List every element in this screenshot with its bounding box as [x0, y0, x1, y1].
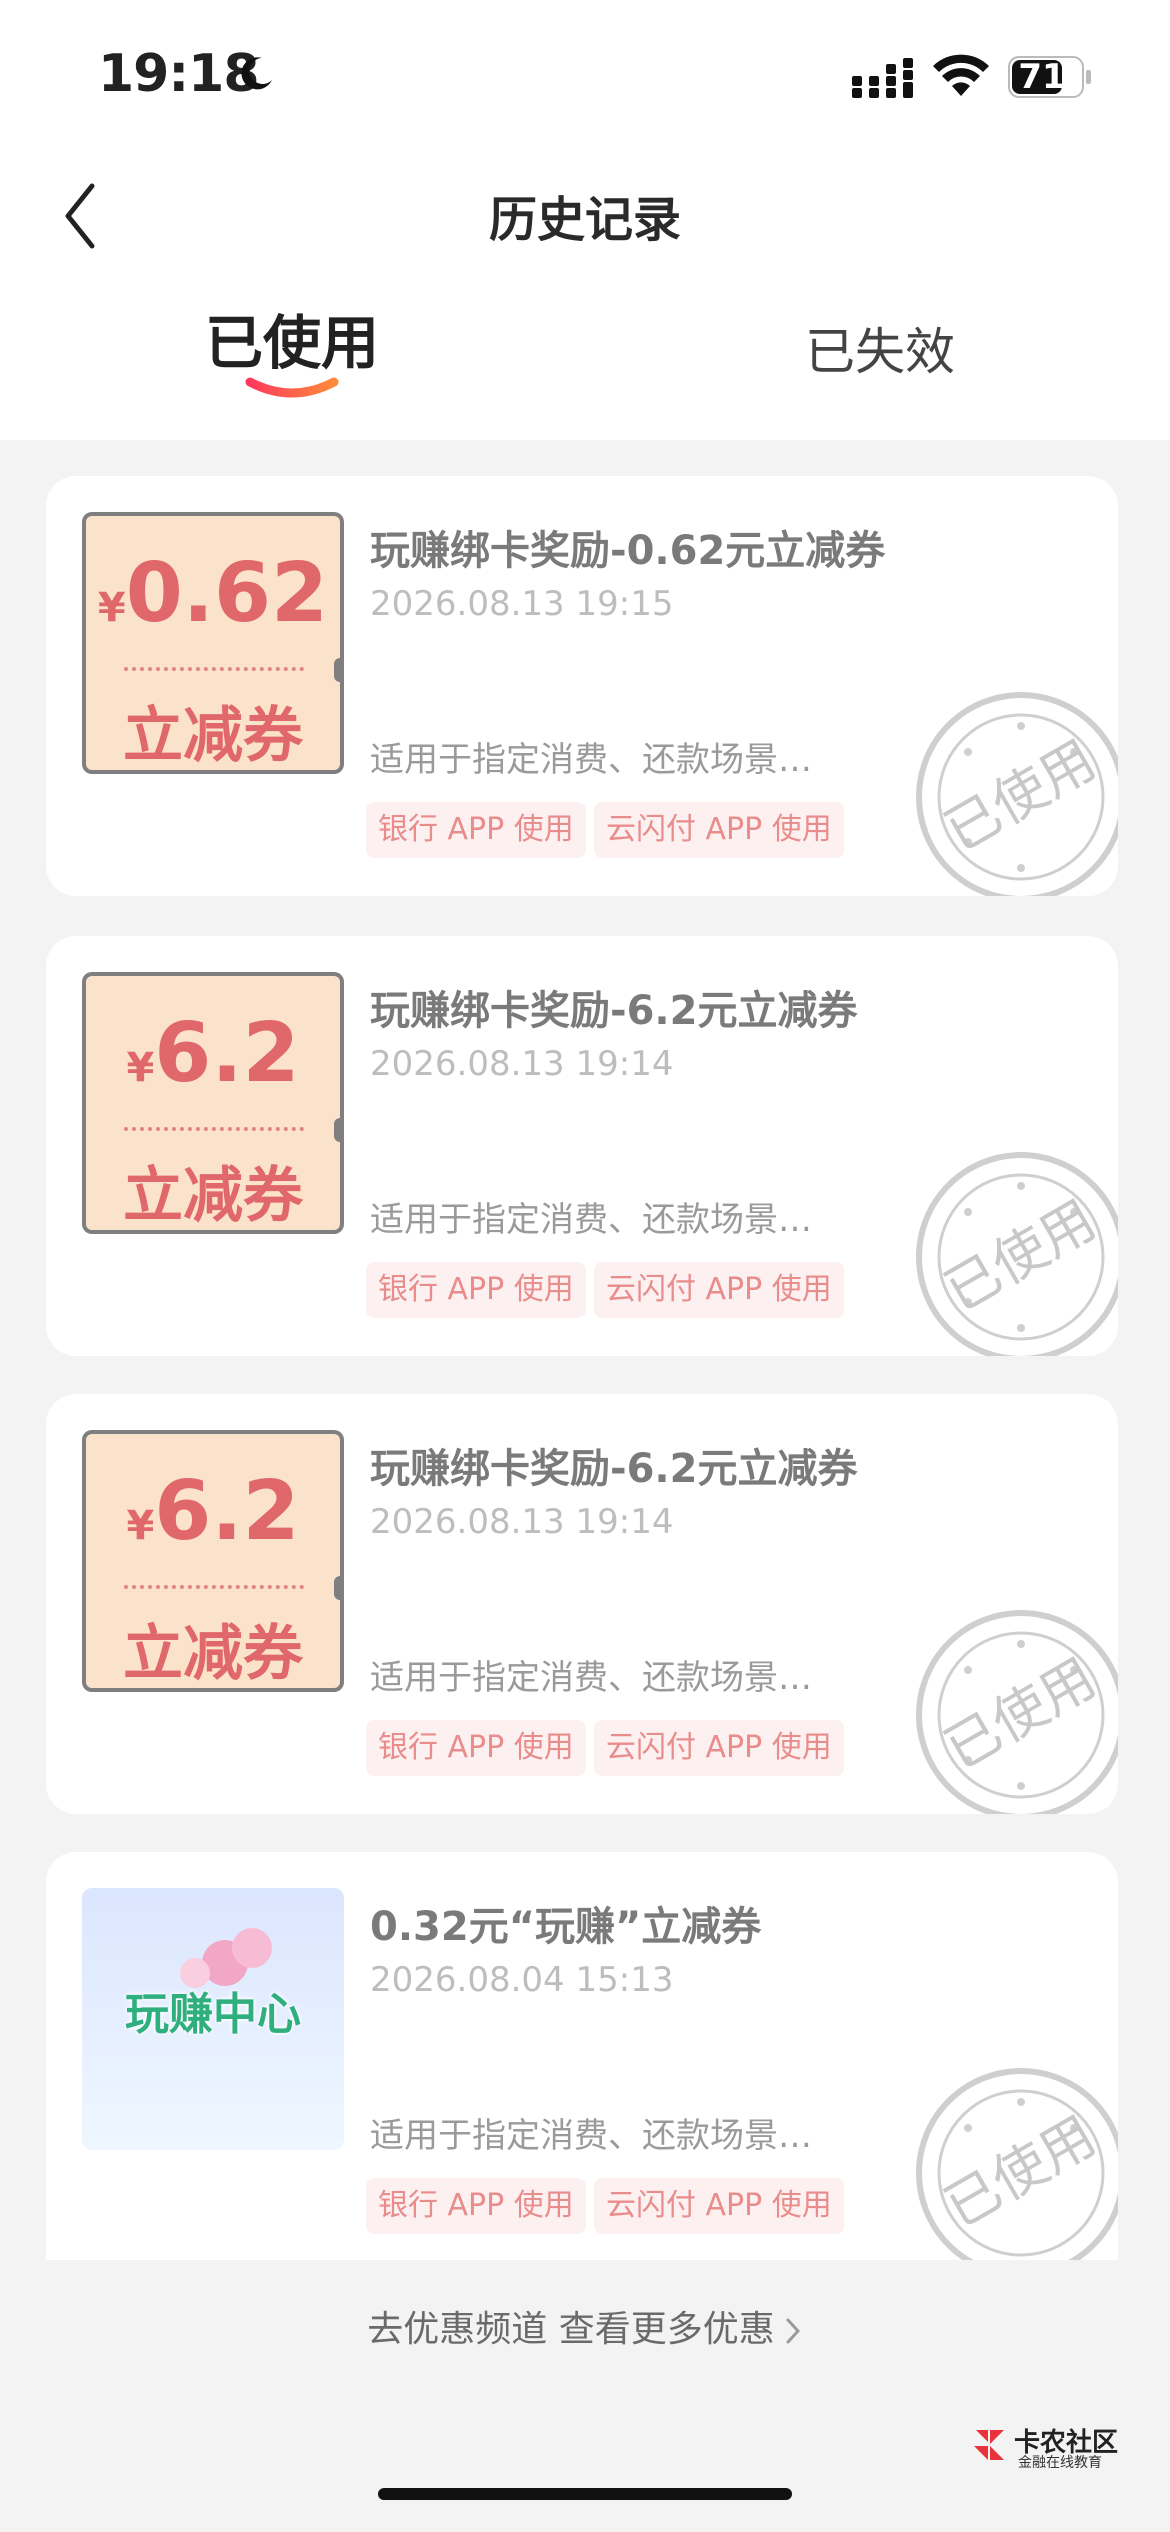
svg-text:已使用: 已使用	[934, 1188, 1106, 1324]
coupon-notch	[334, 658, 344, 682]
usage-tag-unionpay-app: 云闪付 APP 使用	[594, 2178, 844, 2234]
coupon-date: 2026.08.13 19:14	[370, 1044, 674, 1084]
dotted-divider	[124, 1585, 304, 1589]
more-offers-link[interactable]: 去优惠频道 查看更多优惠	[0, 2300, 1170, 2352]
coupon-notch	[334, 1576, 344, 1600]
page-title: 历史记录	[488, 192, 681, 248]
watermark-subtitle: 金融在线教育	[1018, 2455, 1102, 2471]
used-stamp-icon: 已使用	[916, 1610, 1118, 1814]
coupon-amount: ¥6.2	[126, 1464, 300, 1559]
coupon-thumbnail: ¥6.2 立减券	[82, 1430, 344, 1692]
coupon-type-label: 立减券	[123, 701, 303, 771]
dotted-divider	[124, 667, 304, 671]
used-stamp-icon: 已使用	[916, 2068, 1118, 2260]
dotted-divider	[124, 1127, 304, 1131]
coupon-title: 玩赚绑卡奖励-6.2元立减券	[370, 988, 858, 1034]
coupon-description: 适用于指定消费、还款场景…	[370, 1200, 812, 1240]
status-time: 19:18	[98, 44, 260, 104]
coupon-card[interactable]: ¥6.2 立减券 玩赚绑卡奖励-6.2元立减券 2026.08.13 19:14…	[46, 1394, 1118, 1814]
svg-text:已使用: 已使用	[934, 1646, 1106, 1782]
tab-used[interactable]: 已使用	[180, 296, 404, 436]
coupon-date: 2026.08.13 19:15	[370, 584, 674, 624]
coupon-title: 玩赚绑卡奖励-0.62元立减券	[370, 528, 886, 574]
tab-bar: 已使用 已失效	[0, 290, 1170, 440]
usage-tag-unionpay-app: 云闪付 APP 使用	[594, 802, 844, 858]
coupon-title: 0.32元“玩赚”立减券	[370, 1904, 762, 1950]
coupon-type-label: 立减券	[123, 1619, 303, 1689]
status-bar: 19:18 71	[0, 0, 1170, 150]
tab-expired[interactable]: 已失效	[760, 312, 1000, 452]
used-stamp-icon: 已使用	[916, 692, 1118, 896]
used-stamp-icon: 已使用	[916, 1152, 1118, 1356]
kanong-logo-icon	[974, 2430, 1004, 2460]
coupon-card[interactable]: ¥0.62 立减券 玩赚绑卡奖励-0.62元立减券 2026.08.13 19:…	[46, 476, 1118, 896]
more-offers-label: 去优惠频道 查看更多优惠	[367, 2309, 775, 2350]
coupon-amount: ¥0.62	[97, 546, 329, 641]
kanong-watermark: 卡农社区 金融在线教育	[968, 2424, 1168, 2474]
play-earn-center-logo: 玩赚中心	[125, 1989, 301, 2040]
usage-tag-bank-app: 银行 APP 使用	[366, 2178, 586, 2234]
play-earn-center-thumbnail: 玩赚中心	[82, 1888, 344, 2150]
coupon-card[interactable]: 玩赚中心 0.32元“玩赚”立减券 2026.08.04 15:13 适用于指定…	[46, 1852, 1118, 2260]
battery-level: 71	[1018, 57, 1066, 97]
signal-icon	[852, 58, 913, 98]
coupon-date: 2026.08.13 19:14	[370, 1502, 674, 1542]
usage-tag-unionpay-app: 云闪付 APP 使用	[594, 1720, 844, 1776]
coupon-description: 适用于指定消费、还款场景…	[370, 1658, 812, 1698]
coupon-type-label: 立减券	[123, 1161, 303, 1231]
coupon-date: 2026.08.04 15:13	[370, 1960, 674, 2000]
svg-text:已使用: 已使用	[934, 2104, 1106, 2240]
usage-tag-bank-app: 银行 APP 使用	[366, 1720, 586, 1776]
wifi-icon	[933, 54, 989, 96]
tab-active-indicator	[245, 377, 339, 398]
coupon-thumbnail: ¥0.62 立减券	[82, 512, 344, 774]
svg-text:已使用: 已使用	[934, 728, 1106, 864]
coupon-thumbnail: ¥6.2 立减券	[82, 972, 344, 1234]
coupon-title: 玩赚绑卡奖励-6.2元立减券	[370, 1446, 858, 1492]
usage-tag-bank-app: 银行 APP 使用	[366, 802, 586, 858]
usage-tag-unionpay-app: 云闪付 APP 使用	[594, 1262, 844, 1318]
usage-tag-bank-app: 银行 APP 使用	[366, 1262, 586, 1318]
flower-decoration	[232, 1928, 272, 1968]
chevron-right-icon	[786, 2318, 800, 2344]
coupon-description: 适用于指定消费、还款场景…	[370, 2116, 812, 2156]
coupon-description: 适用于指定消费、还款场景…	[370, 740, 812, 780]
coupon-amount: ¥6.2	[126, 1006, 300, 1101]
moon-icon	[241, 57, 272, 90]
nav-bar: 历史记录	[0, 150, 1170, 290]
home-indicator[interactable]	[378, 2488, 792, 2500]
coupon-card[interactable]: ¥6.2 立减券 玩赚绑卡奖励-6.2元立减券 2026.08.13 19:14…	[46, 936, 1118, 1356]
coupon-notch	[334, 1118, 344, 1142]
